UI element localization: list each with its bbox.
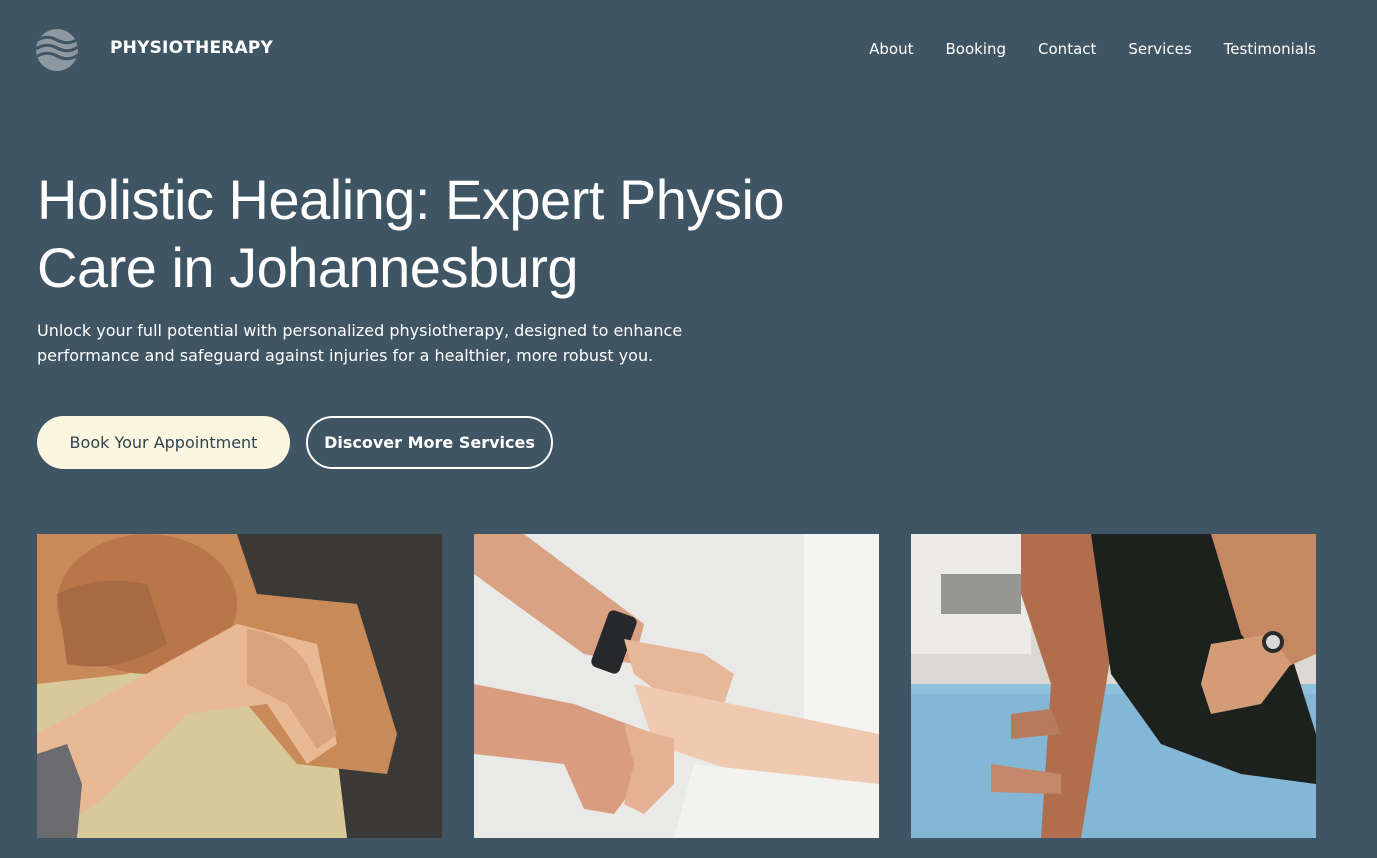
book-appointment-button[interactable]: Book Your Appointment (37, 416, 290, 469)
discover-services-button[interactable]: Discover More Services (306, 416, 553, 469)
nav-about[interactable]: About (869, 40, 913, 58)
hero-title: Holistic Healing: Expert Physio Care in … (37, 168, 785, 299)
neck-massage-photo (37, 534, 442, 838)
hero-subtitle: Unlock your full potential with personal… (37, 321, 683, 365)
wrist-therapy-photo (474, 534, 879, 838)
nav-testimonials[interactable]: Testimonials (1224, 40, 1316, 58)
nav-contact[interactable]: Contact (1038, 40, 1096, 58)
brand-name[interactable]: PHYSIOTHERAPY (110, 38, 273, 58)
nav-booking[interactable]: Booking (946, 40, 1007, 58)
exercise-assist-photo (911, 534, 1316, 838)
site-header: PHYSIOTHERAPY About Booking Contact Serv… (0, 0, 1377, 100)
nav-services[interactable]: Services (1128, 40, 1191, 58)
main-nav: About Booking Contact Services Testimoni… (869, 40, 1316, 58)
wave-logo-icon[interactable] (36, 29, 78, 71)
